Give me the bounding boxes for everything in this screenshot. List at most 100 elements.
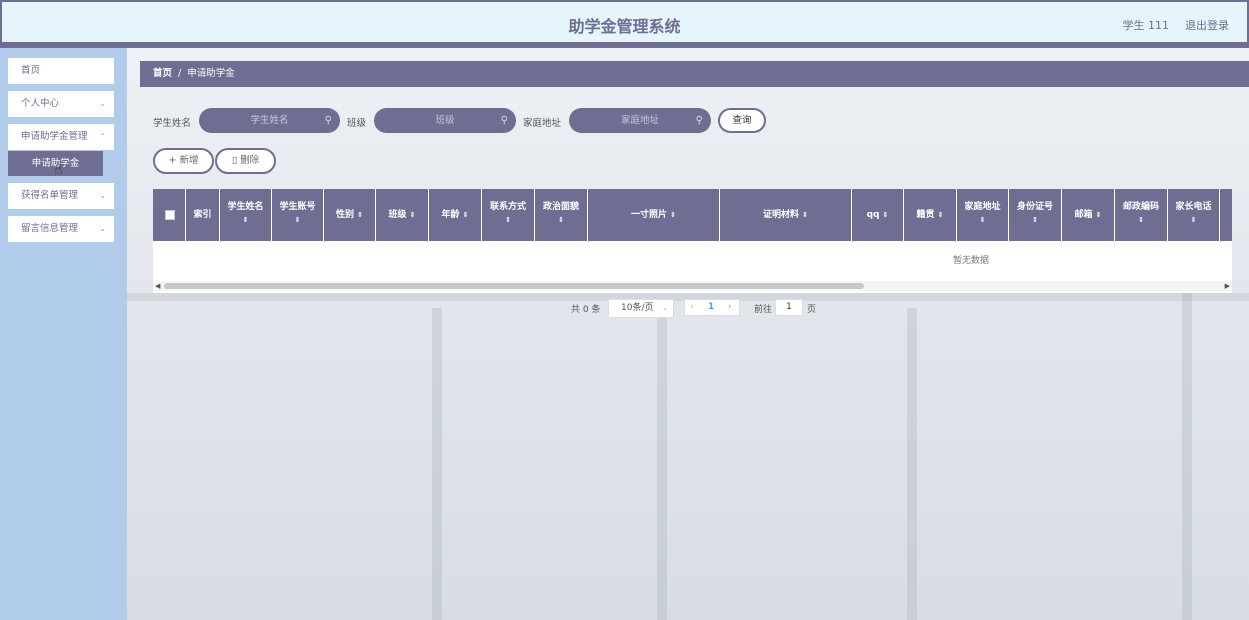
pager: ‹ 1 ›	[684, 299, 740, 316]
header-panel: 助学金管理系统 学生 111 退出登录	[2, 2, 1247, 42]
home-address-label: 家庭地址	[523, 118, 562, 129]
sidebar-item-label: 首页	[21, 65, 41, 76]
sort-icon: ⇕	[937, 211, 944, 219]
chevron-up-icon: ⌃	[99, 132, 106, 141]
sort-icon: ⇕	[1138, 216, 1144, 224]
sidebar-item-messages[interactable]: 留言信息管理 ⌄	[8, 216, 114, 242]
top-header: 助学金管理系统 学生 111 退出登录	[0, 0, 1249, 48]
table-header: 索引 学生姓名 ⇕ 学生账号 ⇕ 性别 ⇕ 班级 ⇕ 年龄 ⇕ 联系方式 ⇕ 政治面貌 ⇕ 一…	[153, 189, 1232, 241]
background-pillar	[657, 308, 667, 620]
column-header[interactable]: 政治面貌 ⇕	[535, 189, 588, 241]
column-header[interactable]: 邮政编码 ⇕	[1115, 189, 1168, 241]
scrollbar-thumb[interactable]	[164, 283, 864, 289]
select-all-checkbox[interactable]	[165, 210, 175, 220]
sidebar-item-label: 申请助学金管理	[21, 131, 88, 142]
sort-icon: ⇕	[882, 211, 889, 219]
breadcrumb: 首页 / 申请助学金	[140, 61, 1249, 87]
horizontal-scrollbar[interactable]: ◀ ▶	[153, 281, 1232, 291]
input-placeholder: 家庭地址	[620, 115, 659, 126]
page-suffix-label: 页	[807, 305, 817, 315]
hand-cursor-icon: ☝	[54, 162, 63, 178]
sidebar-item-label: 获得名单管理	[21, 190, 79, 201]
column-header[interactable]: qq ⇕	[852, 189, 904, 241]
search-icon: ⚲	[695, 115, 703, 126]
pagination-total: 共 0 条	[571, 305, 601, 315]
scroll-right-icon[interactable]: ▶	[1225, 281, 1230, 291]
sidebar-item-personal-center[interactable]: 个人中心 ⌄	[8, 91, 114, 117]
add-button[interactable]: + 新增	[153, 148, 214, 174]
add-button-label: 新增	[179, 155, 199, 166]
sort-icon: ⇕	[242, 216, 249, 224]
sort-icon: ⇕	[1032, 216, 1038, 224]
trash-icon: ▯	[231, 155, 241, 166]
search-icon: ⚲	[500, 115, 508, 126]
class-label: 班级	[347, 118, 367, 129]
column-header[interactable]: 身份证号 ⇕	[1009, 189, 1062, 241]
query-button[interactable]: 查询	[718, 108, 766, 133]
column-header[interactable]: 证明材料 ⇕	[720, 189, 852, 241]
goto-page-input[interactable]: 1	[775, 299, 803, 316]
column-header[interactable]: 籍贯 ⇕	[904, 189, 957, 241]
logout-link[interactable]: 退出登录	[1185, 17, 1229, 33]
column-header[interactable]: 学生账号 ⇕	[272, 189, 324, 241]
chevron-down-icon: ⌄	[99, 224, 106, 233]
sort-icon: ⇕	[357, 211, 363, 219]
chevron-down-icon: ⌄	[99, 99, 106, 108]
prev-page-icon[interactable]: ‹	[690, 300, 694, 315]
student-name-input[interactable]: 学生姓名 ⚲	[199, 108, 340, 133]
column-header[interactable]: 家长电话 ⇕	[1168, 189, 1220, 241]
sidebar-item-label: 个人中心	[21, 98, 60, 109]
delete-button-label: 删除	[240, 155, 260, 166]
breadcrumb-current: 申请助学金	[187, 68, 235, 79]
next-page-icon[interactable]: ›	[728, 300, 732, 315]
class-input[interactable]: 班级 ⚲	[374, 108, 516, 133]
column-header[interactable]: 学生姓名 ⇕	[220, 189, 272, 241]
breadcrumb-home[interactable]: 首页	[153, 68, 172, 79]
column-header[interactable]: 班级 ⇕	[376, 189, 429, 241]
sidebar-item-home[interactable]: 首页	[8, 58, 114, 84]
input-placeholder: 学生姓名	[250, 115, 289, 126]
goto-label: 前往	[754, 305, 773, 315]
sidebar-item-apply-management[interactable]: 申请助学金管理 ⌃	[8, 124, 114, 150]
column-header[interactable]: 邮箱 ⇕	[1062, 189, 1115, 241]
sort-icon: ⇕	[409, 211, 416, 219]
background-pillar	[1182, 278, 1192, 620]
chevron-down-icon: ⌄	[662, 304, 668, 312]
column-header[interactable]: 联系方式 ⇕	[482, 189, 535, 241]
app-title: 助学金管理系统	[568, 17, 681, 36]
table-empty-text: 暂无数据	[952, 256, 989, 266]
input-placeholder: 班级	[435, 115, 455, 126]
sidebar-item-winner-list[interactable]: 获得名单管理 ⌄	[8, 183, 114, 209]
breadcrumb-separator: /	[178, 68, 182, 79]
student-name-label: 学生姓名	[153, 118, 192, 129]
column-header[interactable]: 家	[1220, 189, 1233, 241]
column-header[interactable]: 一寸照片 ⇕	[588, 189, 720, 241]
column-header[interactable]: 性别 ⇕	[324, 189, 376, 241]
chevron-down-icon: ⌄	[99, 191, 106, 200]
sort-icon: ⇕	[294, 216, 301, 224]
home-address-input[interactable]: 家庭地址 ⚲	[569, 108, 711, 133]
sort-icon: ⇕	[670, 211, 676, 219]
sort-icon: ⇕	[802, 211, 808, 219]
sort-icon: ⇕	[462, 211, 469, 219]
current-user: 学生 111	[1122, 19, 1170, 32]
content-background	[127, 48, 1249, 620]
background-pillar	[432, 308, 442, 620]
page-size-select[interactable]: 10条/页 ⌄	[608, 299, 674, 318]
select-all-column	[153, 189, 186, 241]
sort-icon: ⇕	[505, 216, 511, 224]
column-header[interactable]: 家庭地址 ⇕	[957, 189, 1009, 241]
column-header: 索引	[186, 189, 220, 241]
delete-button[interactable]: ▯ 删除	[215, 148, 276, 174]
plus-icon: +	[168, 155, 180, 166]
sort-icon: ⇕	[1095, 211, 1102, 219]
page-size-value: 10条/页	[621, 303, 654, 313]
sort-icon: ⇕	[1190, 216, 1197, 224]
page-number[interactable]: 1	[708, 300, 714, 315]
search-icon: ⚲	[324, 115, 332, 126]
sort-icon: ⇕	[979, 216, 986, 224]
column-header[interactable]: 年龄 ⇕	[429, 189, 482, 241]
scroll-left-icon[interactable]: ◀	[155, 281, 160, 291]
sidebar-item-label: 留言信息管理	[21, 223, 79, 234]
sort-icon: ⇕	[558, 216, 564, 224]
